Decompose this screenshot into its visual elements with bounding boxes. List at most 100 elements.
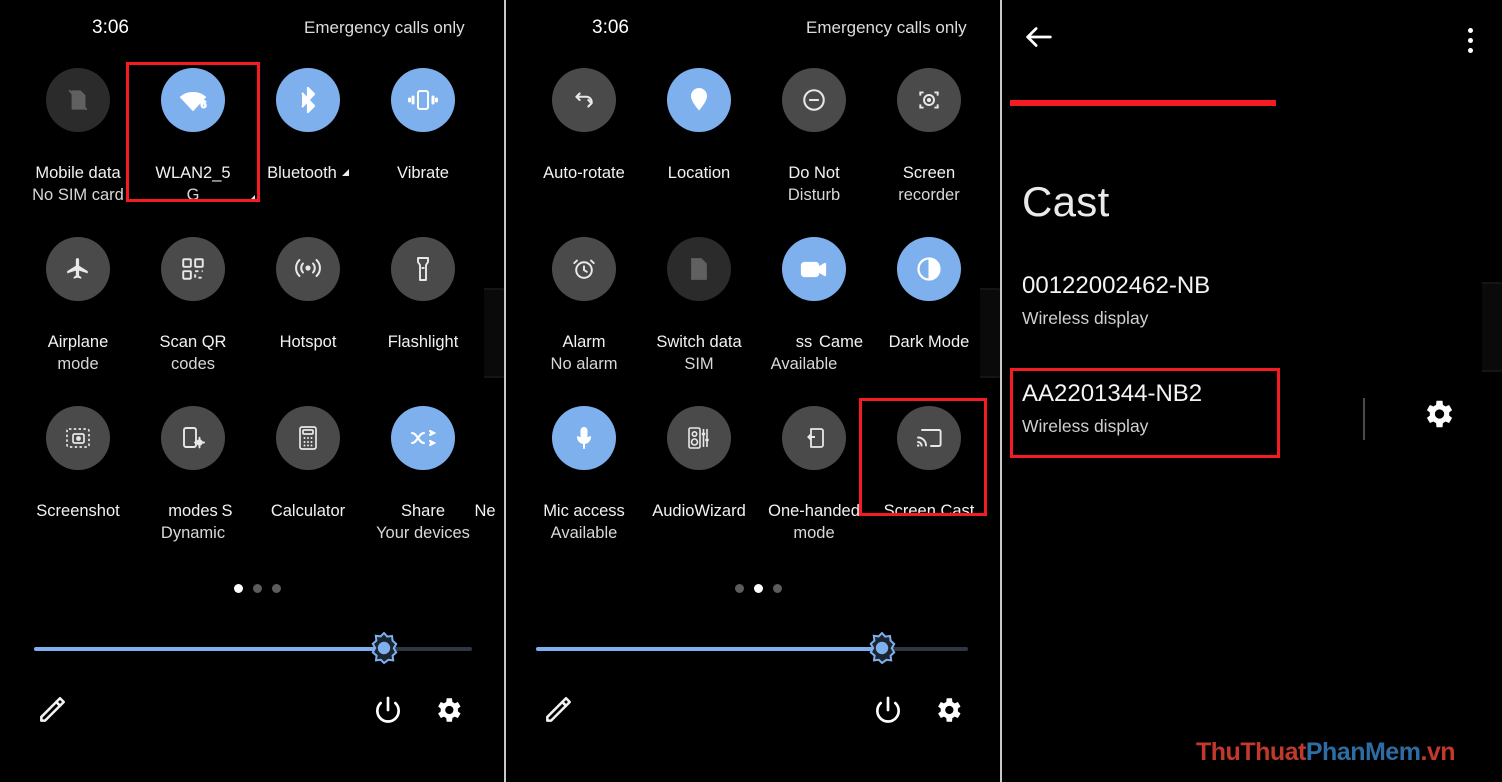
brightness-knob[interactable] [368, 631, 400, 665]
tile-label: Bluetooth [267, 162, 349, 184]
tile-label: Auto-rotate [543, 164, 625, 182]
tile-airplane-mode[interactable]: Airplane mode [20, 237, 136, 375]
page-dot[interactable] [253, 584, 262, 593]
tile-location[interactable]: Location [641, 68, 757, 184]
tile-sublabel: mode [57, 355, 99, 373]
tile-partial-nearby[interactable]: Ne [465, 406, 504, 522]
tile-sublabel: codes [170, 355, 216, 373]
back-arrow-icon[interactable] [1022, 20, 1062, 60]
sim-card-icon [667, 237, 731, 301]
power-icon[interactable] [372, 694, 406, 728]
next-page-peek[interactable] [980, 288, 1000, 378]
tile-camera-access[interactable]: Came [756, 237, 872, 353]
tile-do-not-disturb[interactable]: Do Not Disturb [756, 68, 872, 206]
tile-screen-cast[interactable]: Screen Cast [871, 406, 987, 522]
tile-vibrate[interactable]: Vibrate [365, 68, 481, 184]
tile-label: Screen Cast [883, 502, 975, 520]
tile-mobile-data[interactable]: Mobile data No SIM card [20, 68, 136, 206]
tile-calculator[interactable]: Calculator [250, 406, 366, 522]
location-pin-icon [667, 68, 731, 132]
screen-recorder-icon [897, 68, 961, 132]
slider-fill [536, 647, 882, 651]
tile-label: Mobile data [35, 164, 121, 182]
tile-sublabel: Disturb [787, 186, 841, 204]
edit-pencil-icon[interactable] [36, 694, 70, 728]
tile-sublabel: mode [793, 524, 835, 542]
page-dot[interactable] [754, 584, 763, 593]
panel-divider [504, 0, 506, 782]
tile-auto-rotate[interactable]: Auto-rotate [526, 68, 642, 184]
tile-row: Auto-rotate Location Do Not Disturb Scre… [506, 68, 1000, 237]
tile-row: Mobile data No SIM card 6 WLAN2_5 G Blue… [0, 68, 504, 237]
gear-icon[interactable] [932, 694, 966, 728]
auto-rotate-icon [552, 68, 616, 132]
panel-divider [1000, 0, 1002, 782]
tile-sublabel: Available [770, 355, 838, 373]
brightness-knob[interactable] [866, 631, 898, 665]
power-icon[interactable] [872, 694, 906, 728]
page-title: Cast [1022, 178, 1110, 225]
tile-label: Hotspot [279, 333, 337, 351]
screen-cast-icon [897, 406, 961, 470]
edit-pencil-icon[interactable] [542, 694, 576, 728]
tile-label: Location [667, 164, 731, 182]
page-dot[interactable] [773, 584, 782, 593]
tile-switch-data-sim[interactable]: Switch data SIM [641, 237, 757, 375]
tile-one-handed-mode[interactable]: One-handed mode [756, 406, 872, 544]
tile-audiowizard[interactable]: AudioWizard [641, 406, 757, 522]
tile-dark-mode[interactable]: Dark Mode [871, 237, 987, 353]
gear-icon[interactable] [432, 694, 466, 728]
tile-label: Flashlight [387, 333, 459, 351]
page-dot[interactable] [234, 584, 243, 593]
tile-bluetooth[interactable]: Bluetooth [250, 68, 366, 184]
share-shuffle-icon [391, 406, 455, 470]
tile-screen-recorder[interactable]: Screen recorder [871, 68, 987, 206]
status-time: 3:06 [92, 17, 129, 38]
wifi-6-icon: 6 [161, 68, 225, 132]
tile-wlan[interactable]: 6 WLAN2_5 G [135, 68, 255, 206]
tile-label: Airplane [47, 333, 109, 351]
watermark: ThuThuatPhanMem.vn [1196, 738, 1456, 767]
camera-video-icon [782, 237, 846, 301]
chevron-expand-icon[interactable] [341, 169, 349, 177]
overflow-menu-icon[interactable] [1458, 20, 1482, 60]
page-dot[interactable] [735, 584, 744, 593]
tile-label: Do Not [788, 164, 840, 182]
next-page-peek[interactable] [484, 288, 504, 378]
microphone-icon [552, 406, 616, 470]
status-carrier: Emergency calls only [304, 18, 465, 37]
slider-fill [34, 647, 385, 651]
quick-settings-panel-page-1: 3:06 Emergency calls only Mobile data No… [0, 0, 504, 782]
page-dot[interactable] [272, 584, 281, 593]
divider [1363, 398, 1365, 440]
device-name: 00122002462-NB [1022, 272, 1211, 299]
tile-mic-access[interactable]: Mic access Available [526, 406, 642, 544]
do-not-disturb-icon [782, 68, 846, 132]
status-carrier: Emergency calls only [806, 18, 967, 37]
tile-sublabel: G [186, 186, 200, 204]
tile-partial-s[interactable]: S [212, 406, 242, 522]
tile-label: Screen [902, 164, 956, 182]
tile-label: Came [818, 333, 863, 351]
watermark-part-3: .vn [1420, 738, 1456, 766]
device-name: AA2201344-NB2 [1022, 380, 1203, 407]
status-bar: 3:06 Emergency calls only [506, 16, 1000, 40]
tile-flashlight[interactable]: Flashlight [365, 237, 481, 353]
tile-label-text: Bluetooth [267, 164, 337, 182]
tile-grid-page-1: Mobile data No SIM card 6 WLAN2_5 G Blue… [0, 68, 504, 575]
tile-alarm[interactable]: Alarm No alarm [526, 237, 642, 375]
tile-share-your-devices[interactable]: Share Your devices [365, 406, 481, 544]
chevron-expand-icon[interactable] [248, 195, 255, 202]
tile-hotspot[interactable]: Hotspot [250, 237, 366, 353]
one-handed-mode-icon [782, 406, 846, 470]
tile-label: Ne [474, 502, 496, 520]
tile-screenshot[interactable]: Screenshot [20, 406, 136, 522]
brightness-slider[interactable] [536, 631, 968, 665]
brightness-slider[interactable] [34, 631, 472, 665]
cast-device-list: 00122002462-NB Wireless display AA220134… [1002, 272, 1502, 464]
list-item[interactable]: 00122002462-NB Wireless display [1002, 272, 1502, 356]
gear-icon[interactable] [1420, 396, 1456, 432]
tile-scan-qr[interactable]: Scan QR codes [135, 237, 251, 375]
bottom-action-bar [506, 694, 1000, 734]
tile-sublabel: Available [550, 524, 618, 542]
